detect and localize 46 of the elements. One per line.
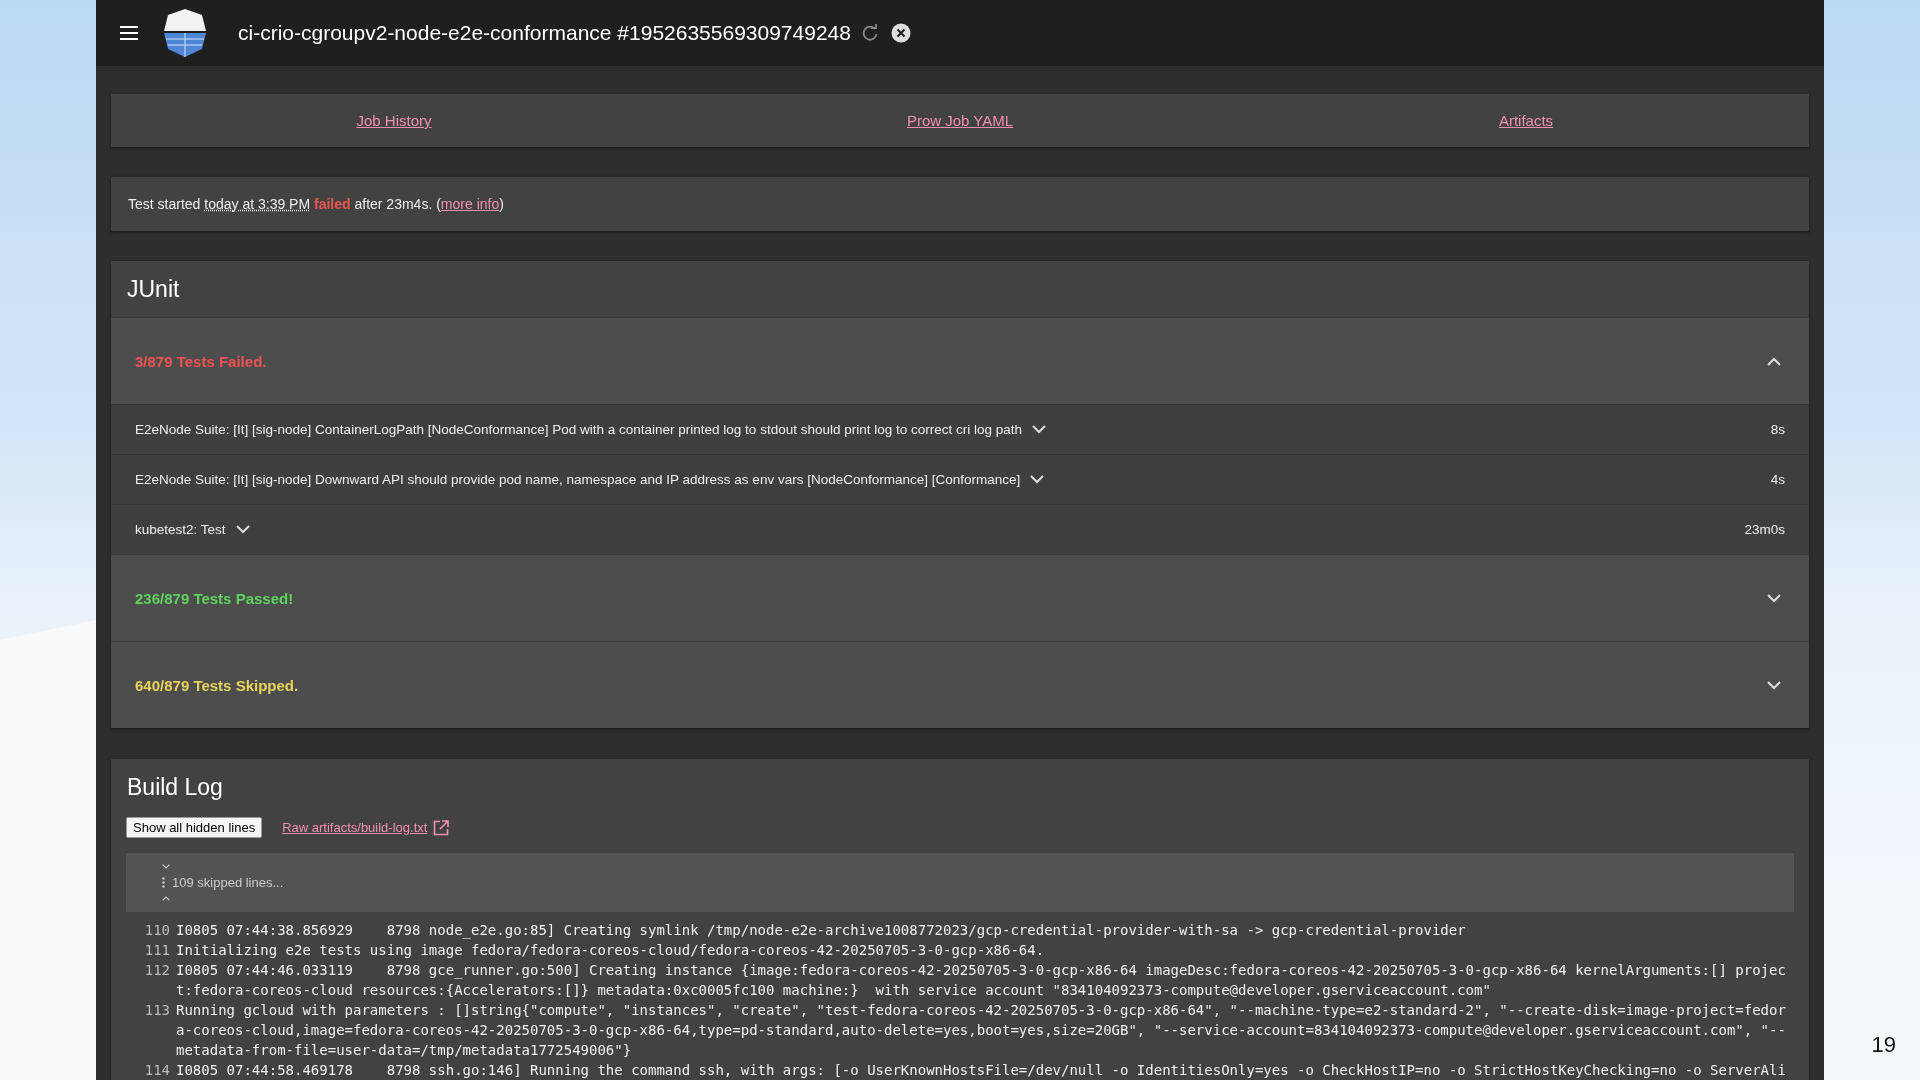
expand-down-icon[interactable] [162,864,170,869]
test-name[interactable]: kubetest2: Test [135,522,226,537]
external-link-icon[interactable] [433,819,450,836]
test-summary: Test started today at 3:39 PM failed after 23m4s. (more info) [128,196,505,212]
job-title: ci-crio-cgroupv2-node-e2e-conformance #1952635569309749248 [238,21,851,45]
page-number: 19 [1871,1032,1896,1058]
chevron-icon[interactable] [235,525,250,534]
line-number: 110 [143,921,171,940]
chevron-icon[interactable] [1030,475,1045,484]
refresh-icon[interactable] [860,24,879,42]
nav-link[interactable]: Job History [111,112,677,129]
section-title: Build Log [126,773,224,802]
log-line: I0805 07:44:46.033119 8798 gce_runner.go:500] Creating instance {image:fedora-coreos-42-20250705-3-0-gcp-x86-64 imageDesc:fedora-coreos-42-20250705-3-0-gcp-x86-64 kernelArguments:[] project:fedora-coreos-cloud resources:{Accelerators:[]} metadata:0xc0005fc100 machine:} with service account "834104092373-compute@developer.gserviceaccount.com" [176,961,1786,1000]
test-name[interactable]: E2eNode Suite: [It] [sig-node] Downward API should provide pod name, namespace and IP address as env vars [NodeConformance] [Conformance] [135,472,1021,487]
line-number: 112 [143,961,171,980]
section-title: JUnit [126,275,181,304]
log-line: Initializing e2e tests using image fedora/fedora-coreos-cloud/fedora-coreos-42-20250705-3-0-gcp-x86-64. [176,941,1046,960]
test-duration: 8s [1770,422,1785,437]
line-number: 114 [143,1061,171,1080]
close-icon[interactable] [890,23,911,43]
line-number: 111 [143,941,171,960]
test-group-label: 3/879 Tests Failed. [135,352,267,370]
chevron-icon[interactable] [1767,356,1781,366]
test-group-label: 640/879 Tests Skipped. [135,676,299,694]
raw-log-link[interactable]: Raw artifacts/build-log.txt [282,819,428,835]
test-duration: 23m0s [1744,522,1785,537]
test-group-header[interactable]: 236/879 Tests Passed! [111,554,1809,641]
chevron-icon[interactable] [1032,425,1047,434]
ellipsis-icon [162,877,165,888]
test-group-header[interactable]: 640/879 Tests Skipped. [111,641,1809,728]
line-number: 113 [143,1001,171,1020]
log-line: Running gcloud with parameters : []string{"compute", "instances", "create", "test-fedora-coreos-42-20250705-3-0-gcp-x86-64", "--machine-type=e2-standard-2", "--create-disk=image-project=fedora-coreos-cloud,image=fedora-coreos-42-20250705-3-0-gcp-x86-64,type=pd-standard,auto-delete=yes,boot=yes,size=20GB", "--service-account=834104092373-compute@developer.gserviceaccount.com", "--metadata-from-file=user-data=/tmp/metadata1772549006"} [176,1001,1786,1060]
menu-icon[interactable] [120,26,138,40]
chevron-icon[interactable] [1767,680,1781,690]
test-name[interactable]: E2eNode Suite: [It] [sig-node] ContainerLogPath [NodeConformance] Pod with a container printed log to stdout should print log to correct cri log path [135,422,1023,437]
log-line: I0805 07:44:38.856929 8798 node_e2e.go:85] Creating symlink /tmp/node-e2e-archive1008772023/gcp-credential-provider-with-sa -> gcp-credential-provider [176,921,1467,940]
show-hidden-lines-button[interactable]: Show all hidden lines [126,817,263,838]
expand-up-icon[interactable] [162,896,170,901]
nav-link[interactable]: Artifacts [1243,112,1809,129]
log-line: I0805 07:44:58.469178 8798 ssh.go:146] Running the command ssh, with args: [-o UserKnownHostsFile=/dev/null -o IdentitiesOnly=yes -o CheckHostIP=no -o StrictHostKeyChecking=no -o ServerAli [176,1061,1786,1080]
test-group-header[interactable]: 3/879 Tests Failed. [111,317,1809,404]
skipped-lines-label[interactable]: 109 skipped lines... [172,875,284,890]
chevron-icon[interactable] [1767,593,1781,603]
test-duration: 4s [1770,472,1785,487]
test-group-label: 236/879 Tests Passed! [135,589,294,607]
nav-link[interactable]: Prow Job YAML [677,112,1243,129]
